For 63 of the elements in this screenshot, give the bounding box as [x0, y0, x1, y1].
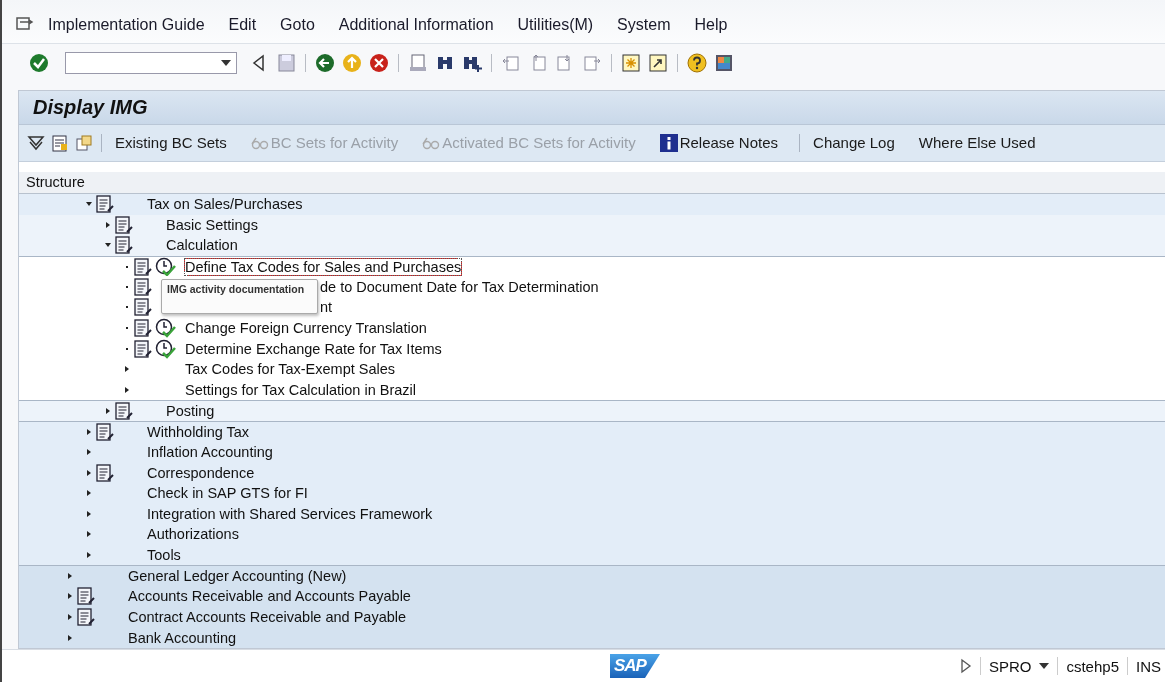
tree-node[interactable]: Tools	[147, 547, 181, 564]
tree-node[interactable]: Contract Accounts Receivable and Payable	[128, 609, 407, 625]
tree-node[interactable]: Accounts Receivable and Accounts Payable	[128, 588, 411, 605]
tree-node[interactable]: Authorizations	[147, 526, 239, 543]
tree-node[interactable]: Calculation	[166, 237, 238, 254]
toolbar-button[interactable]: Existing BC Sets	[110, 132, 232, 154]
new-session-icon[interactable]	[620, 52, 642, 74]
toolbar-button[interactable]: Change Log	[808, 132, 900, 154]
document-icon	[95, 422, 115, 441]
tree-node[interactable]: Correspondence	[147, 464, 255, 481]
server-name: cstehp5	[1066, 657, 1119, 675]
sap-logo: SAP	[610, 654, 660, 678]
tree-node[interactable]: General Ledger Accounting (New)	[128, 568, 347, 585]
cancel-icon[interactable]	[368, 52, 390, 74]
tree-node[interactable]: Posting	[166, 403, 215, 420]
dropdown-caret-icon[interactable]	[1039, 663, 1050, 669]
document-icon[interactable]	[51, 133, 69, 152]
toolbar-button[interactable]: Where Else Used	[913, 132, 1041, 154]
tree-node[interactable]: Integration with Shared Services Framework	[147, 505, 433, 522]
document-icon	[76, 587, 96, 606]
layout-icon[interactable]	[713, 52, 735, 74]
document-icon	[76, 608, 96, 626]
column-header: Structure	[19, 171, 1165, 194]
tree-node[interactable]: Check in SAP GTS for FI	[147, 485, 308, 502]
menu-item[interactable]: Utilities(M)	[517, 15, 594, 34]
enter-icon[interactable]	[28, 52, 50, 74]
menu-item[interactable]: Additional Information	[338, 15, 494, 34]
activity-item[interactable]: Define Tax Codes for Sales and Purchases	[185, 258, 462, 275]
tree-node[interactable]: Tax Codes for Tax-Exempt Sales	[185, 361, 396, 378]
document-icon	[95, 195, 115, 214]
menu-item[interactable]: Implementation Guide	[48, 15, 205, 34]
tree-node[interactable]: Settings for Tax Calculation in Brazil	[185, 381, 417, 398]
tooltip: IMG activity documentation	[161, 278, 318, 314]
toolbar-button[interactable]: Release Notes	[654, 131, 784, 154]
menu-item[interactable]: Edit	[228, 15, 257, 34]
menu-item[interactable]: Help	[694, 15, 728, 34]
screen-title: Display IMG	[33, 95, 148, 119]
glasses-icon	[250, 135, 269, 150]
transaction-code[interactable]: SPRO	[988, 657, 1032, 675]
tree-node[interactable]: Inflation Accounting	[147, 443, 273, 460]
activity-item[interactable]: nt	[320, 299, 333, 316]
glasses-icon	[422, 135, 441, 150]
dropdown-caret-icon[interactable]	[221, 60, 231, 66]
info-icon	[659, 133, 678, 152]
help-icon[interactable]	[686, 52, 708, 74]
tree-node[interactable]: Basic Settings	[166, 216, 258, 233]
tree-node[interactable]: Bank Accounting	[128, 629, 237, 646]
menu-icon[interactable]	[16, 16, 34, 33]
activity-item[interactable]: Change Foreign Currency Translation	[185, 320, 427, 337]
menu-item[interactable]: System	[617, 15, 671, 34]
tree-node[interactable]: Tax on Sales/Purchases	[147, 196, 303, 213]
document-icon	[95, 463, 115, 482]
input-mode: INS	[1136, 657, 1161, 675]
back-icon[interactable]	[314, 52, 336, 74]
menu-item[interactable]: Goto	[280, 15, 315, 34]
folder-icon[interactable]	[75, 133, 93, 152]
activity-item[interactable]: Determine Exchange Rate for Tax Items	[185, 340, 442, 357]
shortcut-icon[interactable]	[647, 52, 669, 74]
activity-item[interactable]: de to Document Date for Tax Determination	[320, 278, 599, 295]
filter-icon[interactable]	[27, 133, 45, 152]
play-icon[interactable]	[959, 658, 972, 674]
command-field[interactable]	[65, 52, 237, 74]
tree-node[interactable]: Withholding Tax	[147, 423, 250, 440]
